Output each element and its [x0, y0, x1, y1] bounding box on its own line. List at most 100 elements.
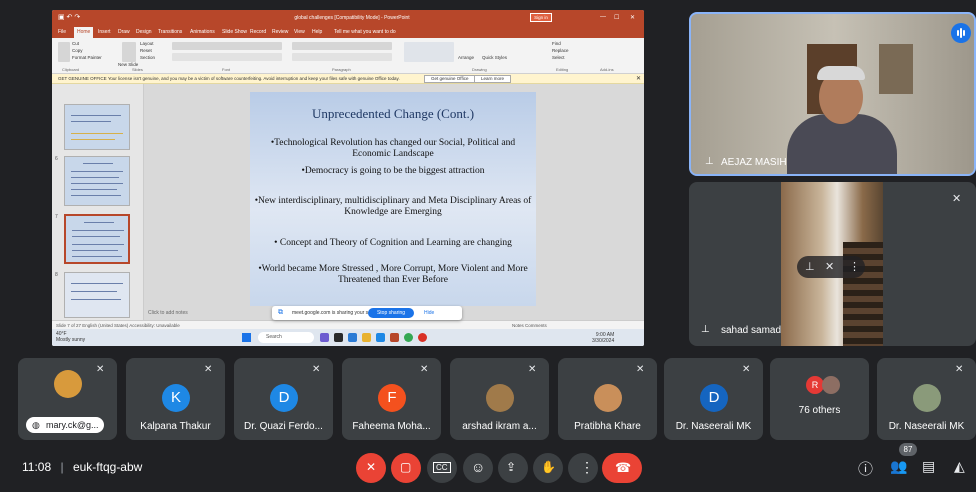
replace-button[interactable]: Replace [552, 48, 569, 53]
present-button[interactable]: ⇪ [498, 453, 528, 483]
section-button[interactable]: Section [140, 55, 155, 60]
weather-widget[interactable]: 40°F Mostly sunny [56, 331, 85, 343]
arrange-button[interactable]: Arrange [458, 55, 474, 60]
meeting-details-icon[interactable]: ⓘ [858, 458, 878, 478]
people-icon[interactable]: 👥 [890, 458, 910, 478]
participant-tile[interactable]: ✕ arshad ikram a... [450, 358, 549, 440]
stop-sharing-button[interactable]: Stop sharing [368, 308, 414, 318]
get-genuine-button[interactable]: Get genuine Office [424, 75, 476, 83]
tab-home[interactable]: Home [74, 27, 94, 38]
edge-icon[interactable] [348, 333, 357, 342]
minimize-icon[interactable]: — [600, 14, 606, 20]
participant-tile[interactable]: ✕ D Dr. Naseerali MK [664, 358, 763, 440]
tab-draw[interactable]: Draw [118, 29, 130, 35]
tell-me-search[interactable]: Tell me what you want to do [334, 29, 396, 35]
participant-tile[interactable]: ✕ D Dr. Quazi Ferdo... [234, 358, 333, 440]
mic-toggle-button[interactable]: ✕ [356, 453, 386, 483]
system-clock[interactable]: 9:00 AM 3/30/2024 [592, 332, 614, 344]
notes-placeholder[interactable]: Click to add notes [148, 310, 188, 316]
current-slide[interactable]: Unprecedented Change (Cont.) •Technologi… [250, 92, 536, 306]
task-view-icon[interactable] [334, 333, 343, 342]
maximize-icon[interactable]: ☐ [614, 14, 619, 21]
format-painter[interactable]: Format Painter [72, 55, 102, 60]
warning-text: GET GENUINE OFFICE Your license isn't ge… [58, 76, 400, 81]
mute-icon[interactable]: ✕ [825, 260, 834, 273]
chat-icon[interactable]: ▤ [922, 458, 942, 478]
find-button[interactable]: Find [552, 41, 561, 46]
participant-name: Pratibha Khare [574, 421, 641, 432]
participant-tile[interactable]: ✕ F Faheema Moha... [342, 358, 441, 440]
powerpoint-taskbar-icon[interactable] [390, 333, 399, 342]
raise-hand-button[interactable]: ✋ [533, 453, 563, 483]
participant-tile[interactable]: ✕ Dr. Naseerali MK [877, 358, 976, 440]
pin-icon[interactable]: ⊥ [805, 260, 815, 273]
participant-tile[interactable]: ✕ Pratibha Khare [558, 358, 657, 440]
slide-thumbnail[interactable] [64, 272, 130, 318]
tab-help[interactable]: Help [312, 29, 322, 35]
shapes-gallery[interactable] [404, 42, 454, 62]
tab-design[interactable]: Design [136, 29, 152, 35]
save-icon[interactable]: ▣ ↶ ↷ [58, 13, 80, 21]
more-options-button[interactable]: ⋮ [568, 453, 598, 483]
windows-search[interactable]: Search [258, 332, 314, 343]
quick-styles-button[interactable]: Quick Styles [482, 55, 507, 60]
app-icon[interactable] [418, 333, 427, 342]
participant-tile[interactable]: ✕ K Kalpana Thakur [126, 358, 225, 440]
slide-bullet: • Concept and Theory of Cognition and Le… [274, 238, 512, 248]
layout-button[interactable]: Layout [140, 41, 154, 46]
paragraph-buttons[interactable] [292, 42, 392, 50]
captions-button[interactable]: CC [427, 453, 457, 483]
close-warning-icon[interactable]: ✕ [636, 75, 641, 82]
font-format-buttons[interactable] [172, 53, 282, 61]
slide-thumbnail-selected[interactable] [64, 214, 130, 264]
reactions-button[interactable]: ☺ [463, 453, 493, 483]
slide-thumbnail[interactable] [64, 156, 130, 206]
meeting-code[interactable]: euk-ftqg-abw [73, 460, 142, 474]
font-name-box[interactable] [172, 42, 282, 50]
learn-more-button[interactable]: Learn more [474, 75, 512, 83]
separator: | [60, 460, 64, 474]
slide-thumbnail[interactable] [64, 104, 130, 150]
tab-file[interactable]: File [58, 29, 66, 35]
signin-button[interactable]: Sign in [530, 13, 552, 22]
others-tile[interactable]: R 76 others [770, 358, 869, 440]
teams-icon[interactable] [320, 333, 329, 342]
paste-icon[interactable] [58, 42, 70, 62]
tab-review[interactable]: Review [272, 29, 288, 35]
tab-record[interactable]: Record [250, 29, 266, 35]
close-icon[interactable]: ✕ [630, 14, 635, 21]
new-slide-icon[interactable] [122, 42, 136, 62]
status-right[interactable]: Notes Comments [512, 323, 547, 328]
participant-photo [822, 376, 840, 394]
reset-button[interactable]: Reset [140, 48, 152, 53]
tab-slide-show[interactable]: Slide Show [222, 29, 247, 35]
windows-start-icon[interactable] [242, 333, 251, 342]
select-button[interactable]: Select [552, 55, 565, 60]
thumb-number: 8 [55, 272, 58, 278]
alignment-buttons[interactable] [292, 53, 392, 61]
presenter-chip[interactable]: ◍ mary.ck@g... [26, 417, 104, 433]
tab-animations[interactable]: Animations [190, 29, 215, 35]
pin-icon[interactable]: ⊥ [705, 156, 714, 167]
participant-tile[interactable]: ✕ ◍ mary.ck@g... [18, 358, 117, 440]
camera-toggle-button[interactable]: ▢ [391, 453, 421, 483]
participant-avatar: K [162, 384, 190, 412]
tab-transitions[interactable]: Transitions [158, 29, 182, 35]
leave-call-button[interactable]: ☎ [602, 453, 642, 483]
clipboard-copy[interactable]: Copy [72, 48, 83, 53]
tile-hover-controls: ⊥ ✕ ⋮ [797, 256, 865, 278]
speaker-tile-sahad[interactable]: ⊥ ✕ ⋮ ✕ ⊥ sahad samad [689, 182, 976, 346]
clipboard-cut[interactable]: Cut [72, 41, 79, 47]
activities-icon[interactable]: ◭ [954, 458, 974, 478]
file-explorer-icon[interactable] [362, 333, 371, 342]
pin-icon[interactable]: ⊥ [701, 324, 710, 335]
tab-view[interactable]: View [294, 29, 305, 35]
group-font: Font [222, 67, 231, 72]
participant-name: mary.ck@g... [46, 420, 99, 430]
store-icon[interactable] [376, 333, 385, 342]
speaker-tile-aejaz[interactable]: ⊥ AEJAZ MASIH [689, 12, 976, 176]
tab-insert[interactable]: Insert [98, 29, 111, 35]
more-options-icon[interactable]: ⋮ [849, 260, 860, 273]
chrome-icon[interactable] [404, 333, 413, 342]
hide-button[interactable]: Hide [424, 310, 434, 316]
